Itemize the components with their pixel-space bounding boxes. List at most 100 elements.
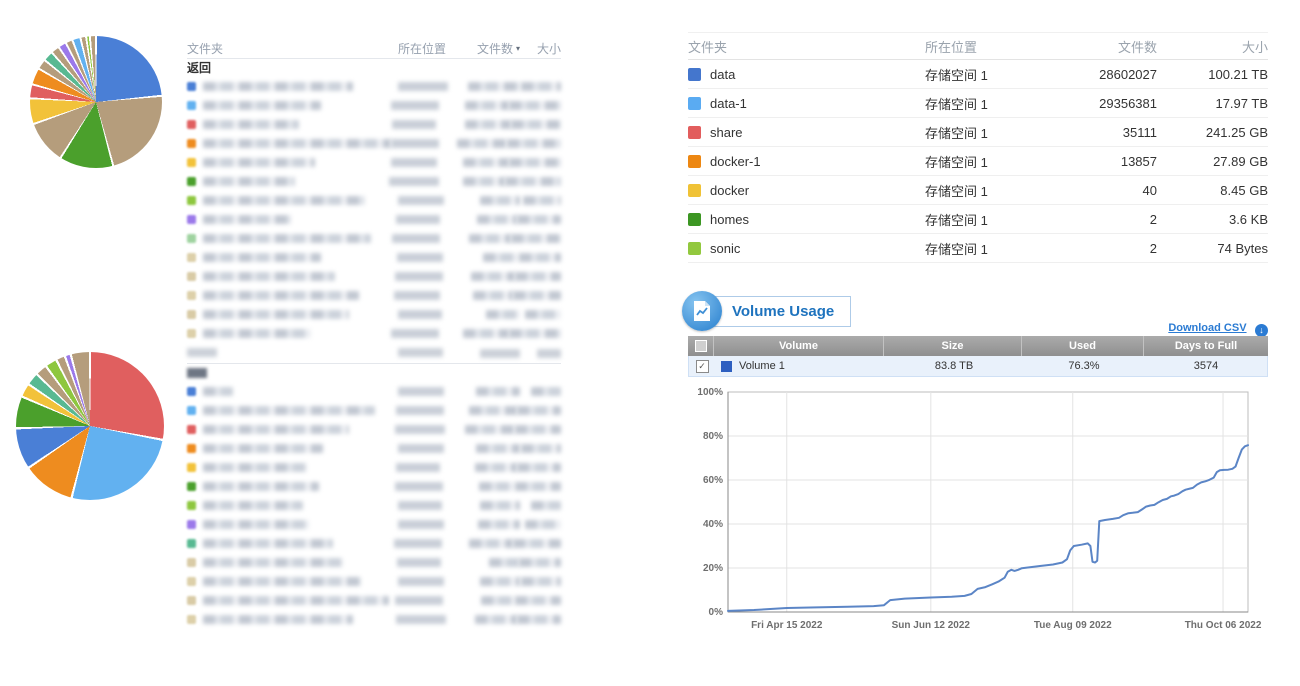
folder-count-cell bbox=[456, 596, 515, 605]
folder-color-chip bbox=[187, 387, 196, 396]
folder-count-cell bbox=[456, 425, 515, 434]
column-header-days-to-full[interactable]: Days to Full bbox=[1144, 336, 1268, 356]
folder-location: 存储空间 1 bbox=[925, 94, 1077, 113]
folder-row-blurred[interactable] bbox=[187, 591, 561, 610]
folder-size-pie-chart-bottom[interactable] bbox=[16, 352, 164, 500]
folder-name-cell bbox=[187, 196, 398, 205]
folder-count-blur bbox=[468, 82, 520, 91]
volume-row[interactable]: ✓ Volume 1 83.8 TB 76.3% 3574 bbox=[688, 356, 1268, 377]
column-header-location[interactable]: 所在位置 bbox=[398, 40, 460, 57]
y-axis-label: 20% bbox=[703, 563, 723, 574]
folder-count-blur bbox=[480, 577, 520, 586]
folder-row-blurred[interactable] bbox=[187, 286, 561, 305]
folder-row-blurred[interactable] bbox=[187, 420, 561, 439]
folder-name-blur bbox=[203, 501, 303, 510]
column-header-size[interactable]: 大小 bbox=[1157, 37, 1268, 56]
column-header-size[interactable]: 大小 bbox=[520, 40, 561, 57]
folder-location-blur bbox=[394, 291, 440, 300]
folder-size-cell bbox=[517, 463, 561, 472]
folder-size-pie-chart-top[interactable] bbox=[30, 36, 162, 168]
folder-name-blur bbox=[203, 234, 371, 243]
folder-row-blurred[interactable] bbox=[187, 553, 561, 572]
select-all-checkbox-cell[interactable] bbox=[688, 336, 714, 356]
table-row[interactable]: docker-1存储空间 11385727.89 GB bbox=[688, 147, 1268, 176]
folder-row-blurred[interactable] bbox=[187, 439, 561, 458]
folder-row-blurred[interactable] bbox=[187, 458, 561, 477]
folder-color-chip bbox=[688, 126, 701, 139]
folder-row-blurred[interactable] bbox=[187, 172, 561, 191]
folder-row-blurred[interactable] bbox=[187, 153, 561, 172]
shared-folders-table: 文件夹 所在位置 文件数 大小 data存储空间 128602027100.21… bbox=[688, 32, 1268, 263]
select-all-checkbox[interactable] bbox=[695, 340, 707, 352]
folder-count-blur bbox=[463, 329, 509, 338]
folder-row-blurred[interactable] bbox=[187, 305, 561, 324]
column-header-filecount[interactable]: 文件数 bbox=[1077, 37, 1157, 56]
folder-row-blurred[interactable] bbox=[187, 477, 561, 496]
folder-row-blurred[interactable] bbox=[187, 229, 561, 248]
folder-row-blurred[interactable] bbox=[187, 401, 561, 420]
shared-folders-rows: data存储空间 128602027100.21 TBdata-1存储空间 12… bbox=[688, 60, 1268, 263]
folder-row-blurred[interactable] bbox=[187, 134, 561, 153]
folder-count-cell bbox=[459, 253, 519, 262]
column-header-location[interactable]: 所在位置 bbox=[925, 37, 1077, 56]
table-row[interactable]: data-1存储空间 12935638117.97 TB bbox=[688, 89, 1268, 118]
table-row[interactable]: docker存储空间 1408.45 GB bbox=[688, 176, 1268, 205]
table-row[interactable]: homes存储空间 123.6 KB bbox=[688, 205, 1268, 234]
folder-count-cell bbox=[453, 120, 511, 129]
folder-count-cell bbox=[460, 444, 520, 453]
folder-location: 存储空间 1 bbox=[925, 181, 1077, 200]
column-header-folder[interactable]: 文件夹 bbox=[187, 40, 398, 57]
folder-count-cell bbox=[460, 520, 520, 529]
folder-row-blurred[interactable] bbox=[187, 382, 561, 401]
table-row[interactable]: share存储空间 135111241.25 GB bbox=[688, 118, 1268, 147]
column-header-size[interactable]: Size bbox=[884, 336, 1022, 356]
folder-count-blur bbox=[475, 463, 517, 472]
folder-row-blurred[interactable] bbox=[187, 248, 561, 267]
folder-row-blurred[interactable] bbox=[187, 610, 561, 629]
table-row[interactable]: sonic存储空间 1274 Bytes bbox=[688, 234, 1268, 263]
folder-name-blur bbox=[203, 329, 311, 338]
column-header-filecount[interactable]: 文件数 ▾ bbox=[460, 40, 520, 57]
column-header-volume[interactable]: Volume bbox=[714, 336, 884, 356]
folder-size-cell bbox=[509, 101, 561, 110]
folder-row-blurred[interactable] bbox=[187, 324, 561, 343]
volume-usage-chart: 0%20%40%60%80%100%Fri Apr 15 2022Sun Jun… bbox=[688, 384, 1268, 642]
folder-count-blur bbox=[489, 558, 519, 567]
folder-location-blur bbox=[391, 139, 439, 148]
folder-row-blurred[interactable] bbox=[187, 191, 561, 210]
folder-row-blurred[interactable] bbox=[187, 210, 561, 229]
folder-row-blurred[interactable] bbox=[187, 534, 561, 553]
folder-count-blur bbox=[457, 139, 507, 148]
folder-size-blur bbox=[523, 196, 561, 205]
folder-location-blur bbox=[398, 310, 442, 319]
folder-count-cell bbox=[453, 234, 511, 243]
folder-name-cell: data bbox=[688, 67, 925, 82]
folder-name-cell bbox=[187, 272, 395, 281]
folder-size: 27.89 GB bbox=[1157, 154, 1268, 169]
back-link-blurred[interactable] bbox=[187, 368, 207, 378]
folder-name-blur bbox=[203, 310, 349, 319]
folder-row-blurred[interactable] bbox=[187, 77, 561, 96]
folder-row-blurred[interactable] bbox=[187, 572, 561, 591]
folder-name-blur bbox=[203, 444, 323, 453]
folder-location-blur bbox=[392, 234, 440, 243]
folder-row-blurred[interactable] bbox=[187, 115, 561, 134]
folder-row-blurred[interactable] bbox=[187, 267, 561, 286]
folder-location-blur bbox=[396, 406, 444, 415]
folder-row-blurred[interactable] bbox=[187, 96, 561, 115]
folder-name-cell bbox=[187, 558, 397, 567]
folder-location-cell bbox=[398, 310, 460, 319]
volume-checkbox-checked[interactable]: ✓ bbox=[696, 360, 709, 373]
column-header-used[interactable]: Used bbox=[1022, 336, 1144, 356]
table-row[interactable]: data存储空间 128602027100.21 TB bbox=[688, 60, 1268, 89]
folder-name-cell bbox=[187, 520, 398, 529]
folder-count-cell bbox=[451, 158, 509, 167]
folder-count-blur bbox=[483, 253, 519, 262]
y-axis-label: 60% bbox=[703, 475, 723, 486]
folder-row-blurred[interactable] bbox=[187, 496, 561, 515]
folder-location-cell bbox=[394, 539, 455, 548]
folder-count-blur bbox=[480, 196, 520, 205]
back-link[interactable]: 返回 bbox=[187, 59, 561, 77]
folder-row-blurred[interactable] bbox=[187, 515, 561, 534]
column-header-folder[interactable]: 文件夹 bbox=[688, 37, 925, 56]
